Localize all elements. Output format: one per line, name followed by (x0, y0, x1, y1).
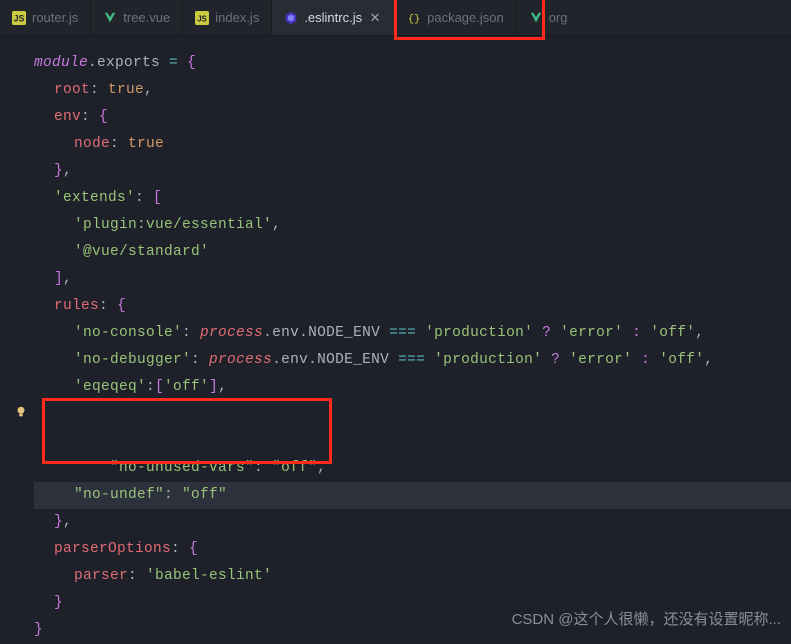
code-line: 'plugin:vue/essential', (34, 212, 791, 239)
lightbulb-icon[interactable] (14, 405, 28, 419)
code-line: ], (34, 266, 791, 293)
tab-eslintrc-js[interactable]: .eslintrc.js ✕ (272, 0, 395, 35)
code-line: rules: { (34, 293, 791, 320)
tab-label: index.js (215, 10, 259, 25)
code-line: 'no-console': process.env.NODE_ENV === '… (34, 320, 791, 347)
js-icon: JS (12, 11, 26, 25)
tab-label: org (549, 10, 568, 25)
tab-bar: JS router.js tree.vue JS index.js .eslin… (0, 0, 791, 36)
code-line: "no-unused-vars": "off", (34, 401, 791, 482)
code-editor[interactable]: module.exports = { root: true, env: { no… (0, 36, 791, 644)
eslint-icon (284, 11, 298, 25)
svg-text:JS: JS (197, 14, 207, 23)
tab-router-js[interactable]: JS router.js (0, 0, 91, 35)
code-line: root: true, (34, 77, 791, 104)
code-line: }, (34, 158, 791, 185)
svg-text:{}: {} (408, 13, 421, 25)
code-line: 'no-debugger': process.env.NODE_ENV === … (34, 347, 791, 374)
tab-label: router.js (32, 10, 78, 25)
code-line: env: { (34, 104, 791, 131)
code-line: 'extends': [ (34, 185, 791, 212)
vue-icon (103, 11, 117, 25)
json-icon: {} (407, 11, 421, 25)
js-badge-icon: JS (195, 11, 209, 25)
close-icon[interactable]: ✕ (368, 11, 382, 25)
code-line: }, (34, 509, 791, 536)
tab-package-json[interactable]: {} package.json (395, 0, 517, 35)
vue-icon (529, 11, 543, 25)
tab-label: .eslintrc.js (304, 10, 362, 25)
tab-tree-vue[interactable]: tree.vue (91, 0, 183, 35)
tab-index-js[interactable]: JS index.js (183, 0, 272, 35)
code-line: "no-undef": "off" (34, 482, 791, 509)
code-line: parser: 'babel-eslint' (34, 563, 791, 590)
tab-label: package.json (427, 10, 504, 25)
tab-org[interactable]: org (517, 0, 580, 35)
watermark: CSDN @这个人很懒，还没有设置昵称... (512, 608, 781, 629)
code-line: parserOptions: { (34, 536, 791, 563)
tab-label: tree.vue (123, 10, 170, 25)
svg-text:JS: JS (14, 13, 25, 23)
code-line: 'eqeqeq':['off'], (34, 374, 791, 401)
code-line: module.exports = { (34, 50, 791, 77)
code-line: '@vue/standard' (34, 239, 791, 266)
code-line: node: true (34, 131, 791, 158)
